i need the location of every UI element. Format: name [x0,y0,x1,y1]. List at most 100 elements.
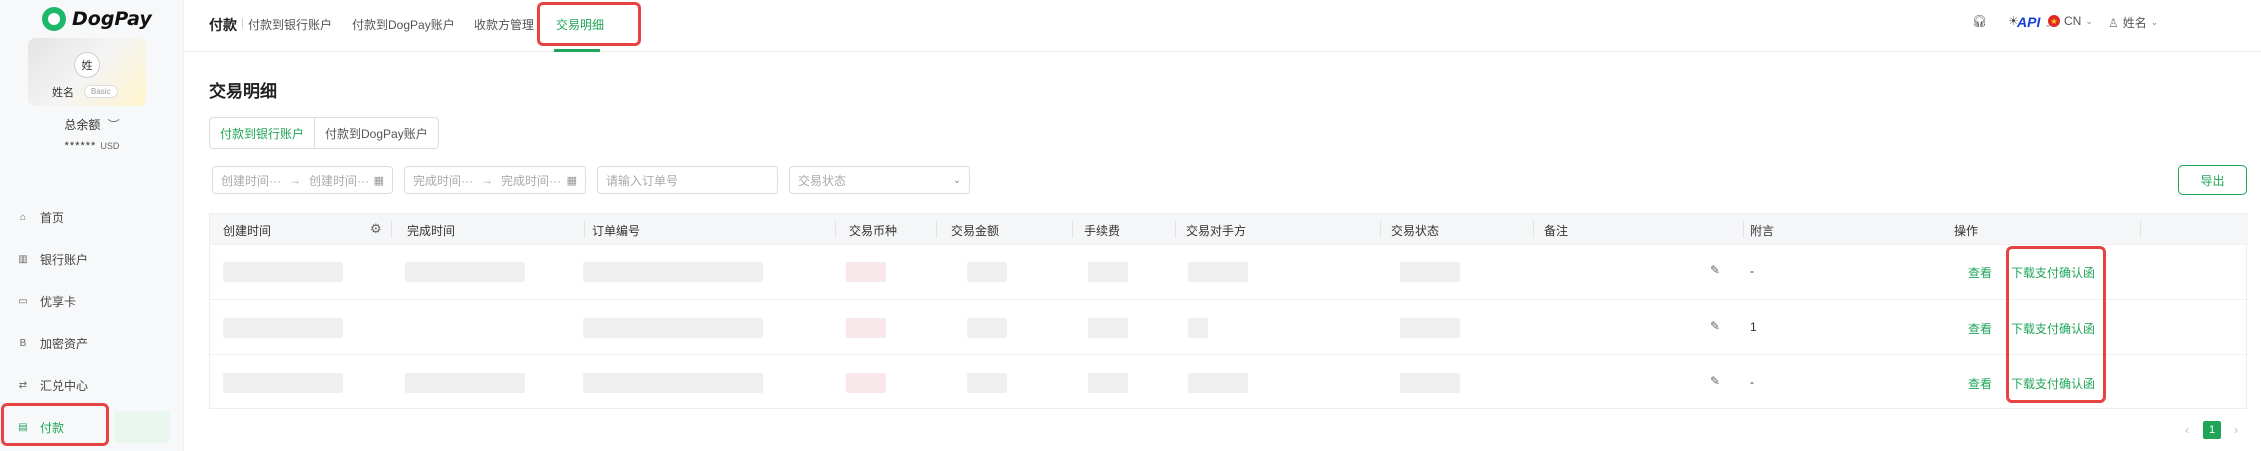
segment-pay-to-dogpay[interactable]: 付款到DogPay账户 [315,118,438,148]
sidebar-item-card[interactable]: ▭ 优享卡 [0,280,184,322]
chevron-down-icon: ⌄ [2150,17,2159,27]
sidebar-item-label: 优享卡 [40,294,77,309]
transfer-type-switch: 付款到银行账户 付款到DogPay账户 [209,117,439,149]
card-icon: ▭ [18,295,28,307]
chevron-down-icon: ⌄ [2085,15,2093,26]
postscript-cell: - [1750,375,1754,389]
created-end-input[interactable]: 创建时间··· [309,172,369,189]
home-icon: ⌂ [19,211,27,223]
sidebar-item-crypto[interactable]: B 加密资产 [0,322,184,364]
avatar[interactable]: 姓 [74,52,100,78]
gear-icon[interactable]: ⚙ [370,221,382,237]
tab-pay-to-dogpay[interactable]: 付款到DogPay账户 [352,16,455,33]
highlight-download-links [2006,246,2106,403]
created-time-cell [223,318,343,338]
edit-remark-icon[interactable]: ✎ [1710,319,1720,333]
logo-text: DogPay [72,8,152,30]
order-number-cell [583,262,763,282]
pagination-current-page[interactable]: 1 [2203,421,2221,439]
sidebar-item-exchange[interactable]: ⇄ 汇兑中心 [0,364,184,406]
status-cell [1400,373,1460,393]
user-name: 姓名 [52,87,74,99]
created-time-range[interactable]: 创建时间··· → 创建时间··· ▦ [212,166,393,194]
order-number-cell [583,373,763,393]
counterparty-cell [1188,318,1208,338]
chevron-down-icon: ⌄ [2044,19,2052,29]
column-divider [1072,220,1073,238]
crypto-icon: B [19,337,27,349]
col-currency: 交易币种 [849,224,898,238]
sidebar-item-label: 首页 [40,210,65,225]
edit-remark-icon[interactable]: ✎ [1710,263,1720,277]
postscript-cell: - [1750,264,1754,278]
api-link[interactable]: API ⌄ [2017,14,2052,30]
finished-time-range[interactable]: 完成时间··· → 完成时间··· ▦ [404,166,586,194]
arrow-right-icon: → [481,173,493,187]
sidebar-item-home[interactable]: ⌂ 首页 [0,196,184,238]
balance-value: ****** USD [0,140,184,152]
total-balance-label: 总余额 [64,118,101,132]
eye-closed-icon[interactable]: ︶ [108,118,120,132]
col-actions: 操作 [1954,224,1979,238]
highlight-tab-transaction-details [537,2,641,46]
segment-pay-to-bank[interactable]: 付款到银行账户 [210,118,316,148]
column-divider [1533,220,1534,238]
counterparty-cell [1188,373,1248,393]
bank-icon: ▥ [18,253,28,265]
pagination-next[interactable]: › [2234,423,2238,437]
column-divider [1380,220,1381,238]
col-amount: 交易金额 [951,224,1000,238]
col-finished-time: 完成时间 [407,224,456,238]
tab-pay-to-bank[interactable]: 付款到银行账户 [248,16,332,33]
table-row: ✎ - 查看 下载支付确认函 [210,244,2248,299]
calendar-icon: ▦ [566,174,577,187]
column-divider [835,220,836,238]
tab-payee-management[interactable]: 收款方管理 [474,16,534,33]
headset-icon[interactable]: 🎧︎ [1972,14,1987,28]
created-time-cell [223,373,343,393]
amount-cell [967,262,1007,282]
column-divider [2140,220,2141,238]
col-fee: 手续费 [1084,224,1121,238]
view-link[interactable]: 查看 [1968,375,1992,392]
col-order-number: 订单编号 [592,224,641,238]
sidebar: DogPay 姓 姓名 Basic 总余额 ︶ ****** USD ⌂ 首页 … [0,0,184,451]
fee-cell [1088,373,1128,393]
column-divider [1175,220,1176,238]
export-button[interactable]: 导出 [2178,165,2247,195]
language-code: CN [2064,14,2082,28]
logo[interactable]: DogPay [42,6,152,32]
finished-time-cell [405,373,525,393]
section-separator: | [241,17,244,29]
table-row: ✎ - 查看 下载支付确认函 [210,354,2248,409]
balance-currency: USD [100,141,120,151]
edit-remark-icon[interactable]: ✎ [1710,374,1720,388]
col-remark: 备注 [1544,224,1569,238]
currency-cell [846,262,886,282]
counterparty-cell [1188,262,1248,282]
created-start-input[interactable]: 创建时间··· [221,172,281,189]
col-created-time: 创建时间 [223,224,272,238]
status-select[interactable]: 交易状态 ⌄ [789,166,970,194]
language-selector[interactable]: ★ CN ⌄ [2048,14,2093,28]
dogpay-logo-icon [42,7,66,31]
view-link[interactable]: 查看 [1968,320,1992,337]
order-number-input[interactable]: 请输入订单号 [597,166,778,194]
table-header: 创建时间 ⚙ 完成时间 订单编号 交易币种 交易金额 手续费 交易对手方 交易状… [210,214,2248,244]
sidebar-item-bank-account[interactable]: ▥ 银行账户 [0,238,184,280]
column-divider [936,220,937,238]
col-status: 交易状态 [1391,224,1440,238]
total-balance[interactable]: 总余额 ︶ [0,116,184,133]
finished-start-input[interactable]: 完成时间··· [413,172,473,189]
view-link[interactable]: 查看 [1968,264,1992,281]
user-menu[interactable]: ♙ 姓名 ⌄ [2108,14,2158,31]
finished-end-input[interactable]: 完成时间··· [501,172,561,189]
page-title: 交易明细 [209,82,277,101]
arrow-right-icon: → [289,173,301,187]
calendar-icon: ▦ [373,174,384,187]
currency-cell [846,373,886,393]
col-postscript: 附言 [1750,224,1775,238]
transactions-table: 创建时间 ⚙ 完成时间 订单编号 交易币种 交易金额 手续费 交易对手方 交易状… [209,213,2248,409]
fee-cell [1088,318,1128,338]
pagination-prev[interactable]: ‹ [2185,423,2189,437]
